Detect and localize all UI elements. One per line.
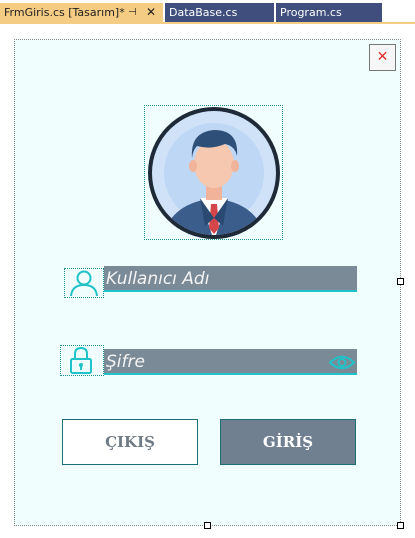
designer-surface: ✕ Kullanıcı Adı Şifre ÇIKIŞ GİRİŞ xyxy=(0,24,415,538)
lock-icon-box xyxy=(60,345,104,376)
tab-label: DataBase.cs xyxy=(169,6,238,19)
password-placeholder: Şifre xyxy=(106,352,145,372)
tab-frmgiris-design[interactable]: FrmGiris.cs [Tasarım]* ⊣ ✕ xyxy=(0,3,163,22)
username-field[interactable]: Kullanıcı Adı xyxy=(104,266,357,292)
resize-handle-corner[interactable] xyxy=(397,522,404,529)
close-button[interactable]: ✕ xyxy=(369,44,396,71)
login-form[interactable]: ✕ Kullanıcı Adı Şifre ÇIKIŞ GİRİŞ xyxy=(14,39,401,526)
resize-handle-bottom[interactable] xyxy=(204,522,211,529)
tab-label: Program.cs xyxy=(280,6,342,19)
exit-button[interactable]: ÇIKIŞ xyxy=(62,419,198,465)
lock-icon xyxy=(70,346,92,374)
avatar[interactable] xyxy=(144,105,283,240)
tab-label: FrmGiris.cs [Tasarım]* xyxy=(4,6,125,19)
pin-icon[interactable]: ⊣ xyxy=(128,3,137,22)
businessman-avatar-icon xyxy=(148,107,280,239)
eye-icon[interactable] xyxy=(328,353,356,379)
document-tab-strip: FrmGiris.cs [Tasarım]* ⊣ ✕ DataBase.cs P… xyxy=(0,0,415,22)
resize-handle-right[interactable] xyxy=(397,278,404,285)
password-field[interactable]: Şifre xyxy=(104,349,357,375)
tab-database[interactable]: DataBase.cs xyxy=(165,3,274,22)
user-icon-box xyxy=(64,268,104,298)
close-tab-icon[interactable]: ✕ xyxy=(146,3,156,22)
user-icon xyxy=(70,270,98,297)
login-button[interactable]: GİRİŞ xyxy=(220,419,356,465)
tab-program[interactable]: Program.cs xyxy=(276,3,382,22)
